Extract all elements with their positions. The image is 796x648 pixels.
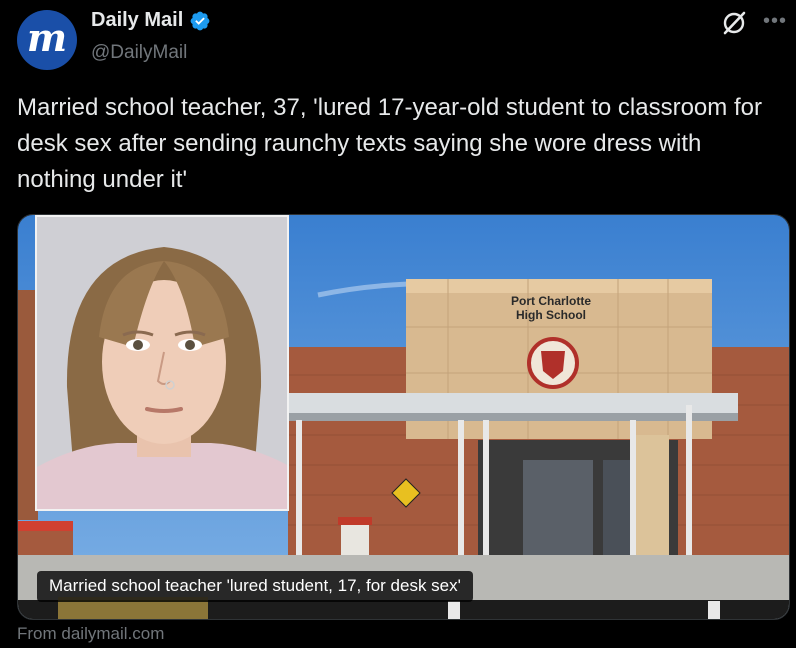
- mugshot-illustration: [37, 217, 287, 509]
- grok-icon[interactable]: [719, 8, 749, 38]
- grok-icon-glyph: [723, 11, 746, 35]
- author-display-name[interactable]: Daily Mail: [91, 9, 183, 32]
- sign-line-2: High School: [516, 308, 586, 322]
- source-link[interactable]: From dailymail.com: [17, 624, 164, 644]
- mugshot-photo: [35, 215, 289, 511]
- sign-line-1: Port Charlotte: [511, 294, 591, 308]
- verified-badge-icon: [190, 11, 210, 30]
- tweet-text: Married school teacher, 37, 'lured 17-ye…: [17, 94, 762, 193]
- more-icon[interactable]: •••: [761, 6, 789, 36]
- avatar-logo-letter: m: [26, 15, 68, 60]
- card-caption: Married school teacher 'lured student, 1…: [37, 571, 473, 602]
- author-name-row: Daily Mail: [91, 9, 211, 32]
- link-card[interactable]: Port Charlotte High School Married schoo…: [17, 214, 790, 620]
- author-handle[interactable]: @DailyMail: [91, 42, 187, 64]
- avatar[interactable]: m: [17, 10, 77, 70]
